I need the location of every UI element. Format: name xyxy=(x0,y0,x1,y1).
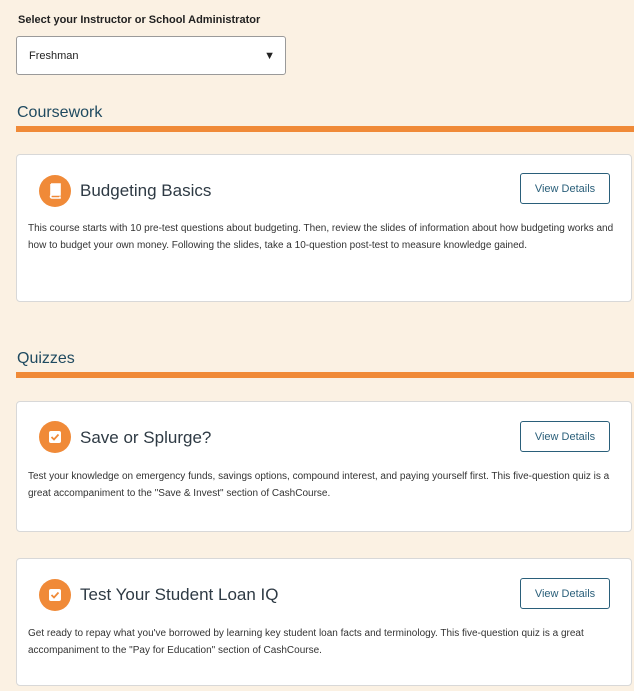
card-description: Get ready to repay what you've borrowed … xyxy=(28,628,584,656)
dropdown-arrow-icon: ▼ xyxy=(264,49,275,62)
card-title: Test Your Student Loan IQ xyxy=(80,585,279,604)
instructor-select-label: Select your Instructor or School Adminis… xyxy=(18,14,261,26)
checkbox-icon xyxy=(39,579,71,611)
card-description: This course starts with 10 pre-test ques… xyxy=(28,223,614,251)
view-details-button[interactable]: View Details xyxy=(520,421,610,452)
card-title: Save or Splurge? xyxy=(80,428,212,447)
quiz-card-student-loan-iq: Test Your Student Loan IQ View Details G… xyxy=(16,558,632,686)
book-icon xyxy=(39,175,71,207)
view-details-button[interactable]: View Details xyxy=(520,578,610,609)
checkbox-icon xyxy=(39,421,71,453)
view-details-button[interactable]: View Details xyxy=(520,173,610,204)
instructor-select-value: Freshman xyxy=(29,49,79,62)
quiz-card-save-or-splurge: Save or Splurge? View Details Test your … xyxy=(16,401,632,532)
card-description: Test your knowledge on emergency funds, … xyxy=(28,471,610,499)
card-title: Budgeting Basics xyxy=(80,181,212,200)
quizzes-heading: Quizzes xyxy=(16,350,634,378)
course-card-budgeting-basics: Budgeting Basics View Details This cours… xyxy=(16,154,632,302)
coursework-heading: Coursework xyxy=(16,104,634,132)
instructor-select[interactable]: Freshman ▼ xyxy=(16,36,286,75)
